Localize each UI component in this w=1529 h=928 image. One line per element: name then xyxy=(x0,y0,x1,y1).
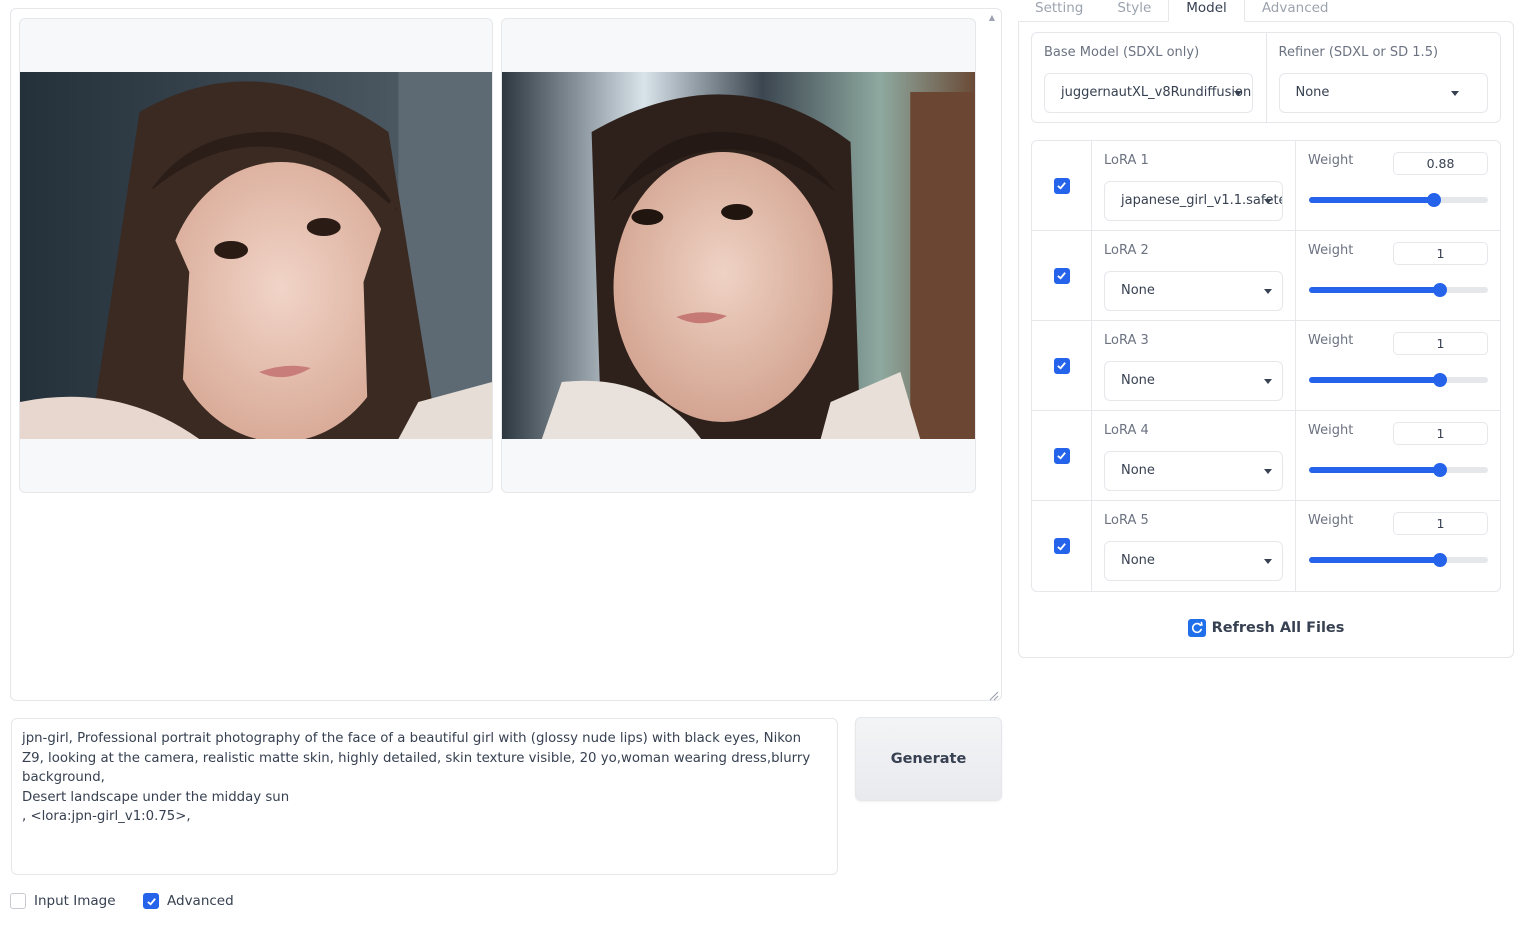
refiner-dropdown[interactable]: None xyxy=(1278,73,1488,113)
chevron-down-icon xyxy=(1264,379,1272,384)
lora-4-weight-slider[interactable] xyxy=(1309,463,1488,477)
slider-handle[interactable] xyxy=(1427,193,1442,207)
checkmark-icon xyxy=(1057,272,1066,280)
lora-table: LoRA 1 japanese_girl_v1.1.safetensors We… xyxy=(1031,140,1501,592)
settings-tabs: Setting Style Model Advanced xyxy=(1018,0,1346,22)
base-model-value: juggernautXL_v8Rundiffusion xyxy=(1061,85,1252,100)
lora-5-label: LoRA 5 xyxy=(1104,513,1149,528)
lora-2-value: None xyxy=(1121,283,1155,298)
lora-3-value: None xyxy=(1121,373,1155,388)
lora-3-weight-slider[interactable] xyxy=(1309,373,1488,387)
refiner-value: None xyxy=(1295,85,1330,100)
tab-setting[interactable]: Setting xyxy=(1018,0,1100,22)
resize-grip-icon[interactable] xyxy=(987,686,999,701)
lora-1-enabled-checkbox[interactable] xyxy=(1053,177,1070,194)
checkmark-icon xyxy=(1057,542,1066,551)
slider-handle[interactable] xyxy=(1432,283,1447,297)
slider-handle[interactable] xyxy=(1432,463,1447,477)
checkmark-icon xyxy=(1057,452,1066,460)
base-model-label: Base Model (SDXL only) xyxy=(1044,45,1200,60)
lora-1-weight-input[interactable]: 0.88 xyxy=(1393,152,1488,175)
advanced-option[interactable]: Advanced xyxy=(143,893,234,909)
refresh-icon xyxy=(1187,619,1206,637)
chevron-down-icon xyxy=(1264,289,1272,294)
lora-row-2: LoRA 2 None Weight 1 xyxy=(1032,231,1500,321)
lora-5-value: None xyxy=(1121,553,1155,568)
slider-handle[interactable] xyxy=(1432,553,1447,567)
tab-style[interactable]: Style xyxy=(1100,0,1168,22)
lora-4-enabled-checkbox[interactable] xyxy=(1053,447,1070,464)
lora-1-dropdown[interactable]: japanese_girl_v1.1.safetensors xyxy=(1104,181,1283,221)
lora-3-weight-input[interactable]: 1 xyxy=(1393,332,1488,355)
checkmark-icon xyxy=(1057,182,1066,190)
lora-2-label: LoRA 2 xyxy=(1104,243,1149,258)
lora-1-value: japanese_girl_v1.1.safetensors xyxy=(1121,193,1282,208)
advanced-checkbox[interactable] xyxy=(143,893,159,909)
refiner-label: Refiner (SDXL or SD 1.5) xyxy=(1278,45,1439,60)
lora-5-dropdown[interactable]: None xyxy=(1104,541,1283,581)
refresh-all-files-button[interactable]: Refresh All Files xyxy=(1019,617,1513,639)
lora-1-label: LoRA 1 xyxy=(1104,153,1149,168)
checkmark-icon xyxy=(146,897,156,906)
lora-row-1: LoRA 1 japanese_girl_v1.1.safetensors We… xyxy=(1032,141,1500,231)
lora-5-weight-label: Weight xyxy=(1308,513,1354,528)
lora-row-3: LoRA 3 None Weight 1 xyxy=(1032,321,1500,411)
lora-4-label: LoRA 4 xyxy=(1104,423,1149,438)
lora-4-dropdown[interactable]: None xyxy=(1104,451,1283,491)
lora-row-5: LoRA 5 None Weight 1 xyxy=(1032,501,1500,591)
lora-3-label: LoRA 3 xyxy=(1104,333,1149,348)
scroll-up-icon[interactable]: ▲ xyxy=(987,13,997,23)
lora-4-weight-input[interactable]: 1 xyxy=(1393,422,1488,445)
chevron-down-icon xyxy=(1264,469,1272,474)
chevron-down-icon xyxy=(1264,559,1272,564)
slider-handle[interactable] xyxy=(1432,373,1447,387)
chevron-down-icon xyxy=(1234,91,1242,96)
tab-advanced[interactable]: Advanced xyxy=(1245,0,1346,22)
base-model-dropdown[interactable]: juggernautXL_v8Rundiffusion xyxy=(1044,73,1253,113)
model-panel: Base Model (SDXL only) juggernautXL_v8Ru… xyxy=(1018,21,1514,658)
lora-2-weight-label: Weight xyxy=(1308,243,1354,258)
image-gallery: ▲ xyxy=(10,8,1002,701)
input-image-label: Input Image xyxy=(34,893,116,909)
checkmark-icon xyxy=(1057,362,1066,370)
lora-row-4: LoRA 4 None Weight 1 xyxy=(1032,411,1500,501)
chevron-down-icon xyxy=(1264,199,1272,204)
input-image-option[interactable]: Input Image xyxy=(10,893,116,909)
model-selection: Base Model (SDXL only) juggernautXL_v8Ru… xyxy=(1031,32,1501,123)
lora-2-weight-slider[interactable] xyxy=(1309,283,1488,297)
input-image-checkbox[interactable] xyxy=(10,893,26,909)
generate-button[interactable]: Generate xyxy=(855,717,1002,801)
lora-4-weight-label: Weight xyxy=(1308,423,1354,438)
chevron-down-icon xyxy=(1450,91,1459,96)
gallery-image-1[interactable] xyxy=(19,18,493,493)
gallery-image-2[interactable] xyxy=(501,18,976,493)
lora-2-weight-input[interactable]: 1 xyxy=(1393,242,1488,265)
lora-1-weight-slider[interactable] xyxy=(1309,193,1488,207)
portrait-photo-1[interactable] xyxy=(20,72,492,439)
lora-5-weight-input[interactable]: 1 xyxy=(1393,512,1488,535)
refresh-label: Refresh All Files xyxy=(1211,620,1345,636)
lora-3-weight-label: Weight xyxy=(1308,333,1354,348)
lora-3-enabled-checkbox[interactable] xyxy=(1053,357,1070,374)
lora-3-dropdown[interactable]: None xyxy=(1104,361,1283,401)
lora-1-weight-label: Weight xyxy=(1308,153,1354,168)
advanced-label: Advanced xyxy=(167,893,234,909)
lora-2-dropdown[interactable]: None xyxy=(1104,271,1283,311)
lora-5-weight-slider[interactable] xyxy=(1309,553,1488,567)
tab-model[interactable]: Model xyxy=(1168,0,1245,22)
lora-2-enabled-checkbox[interactable] xyxy=(1053,267,1070,284)
prompt-input[interactable]: jpn-girl, Professional portrait photogra… xyxy=(11,718,838,875)
lora-4-value: None xyxy=(1121,463,1155,478)
portrait-photo-2[interactable] xyxy=(502,72,975,439)
lora-5-enabled-checkbox[interactable] xyxy=(1053,538,1070,554)
